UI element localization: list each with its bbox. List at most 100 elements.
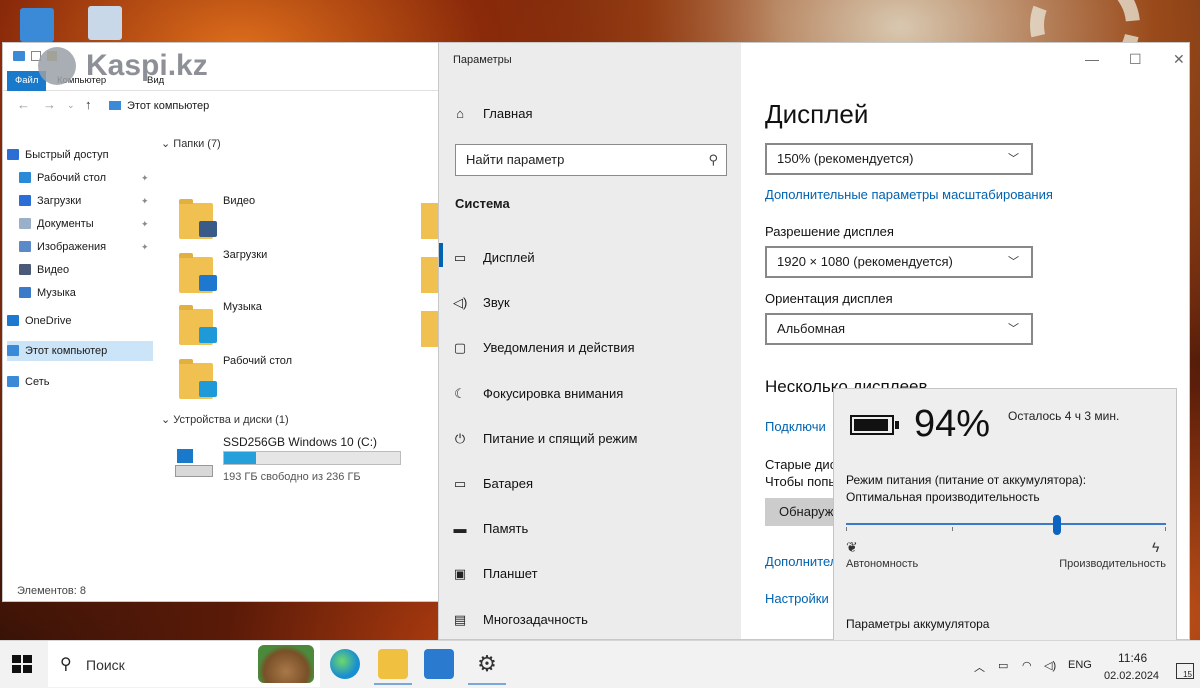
connect-display-link[interactable]: Подключи [765,419,826,434]
back-arrow-icon[interactable]: ← [17,97,30,112]
minimize-icon[interactable]: — [1085,51,1099,67]
drives-group-header[interactable]: ⌄ Устройства и диски (1) [161,413,289,426]
nav-item[interactable]: Изображения ✦ [19,237,149,257]
slider-tick [1165,527,1166,531]
folders-group-header[interactable]: ⌄ Папки (7) [161,137,221,150]
file-explorer-window: Файл Компьютер Вид ← → ⌄ ↑ Этот компьюте… [2,42,444,602]
nav-item[interactable]: Документы ✦ [19,214,149,234]
graphics-settings-link[interactable]: Настройки [765,591,829,606]
notifications-icon: ▢ [453,340,467,356]
nav-item[interactable]: Загрузки ✦ [19,191,149,211]
settings-home[interactable]: ⌂ Главная [453,104,532,124]
folder-name[interactable]: Загрузки [223,249,267,261]
resolution-dropdown[interactable]: 1920 × 1080 (рекомендуется) ﹀ [765,246,1033,278]
nav-item-label: Рабочий стол [37,172,107,184]
computer-icon [109,101,121,110]
battery-settings-link[interactable]: Параметры аккумулятора [846,617,989,631]
file-explorer-icon[interactable] [374,649,412,685]
folder-name[interactable]: Рабочий стол [223,355,292,367]
folder-icon[interactable] [179,305,217,345]
slider-tick [846,527,847,531]
slider-thumb[interactable] [1053,515,1062,535]
settings-nav-item[interactable]: ▭ Дисплей [453,248,535,268]
taskbar-search[interactable]: ⚲ Поиск [48,641,320,687]
lightning-icon: ϟ [1152,539,1160,555]
folder-name[interactable]: Видео [223,195,255,207]
orientation-label: Ориентация дисплея [765,291,893,306]
slider-tick [952,527,953,531]
folder-icon[interactable] [179,253,217,293]
nav-item[interactable]: Быстрый доступ [7,145,109,165]
folder-name[interactable]: Музыка [223,301,262,313]
nav-item-label: Загрузки [37,195,82,207]
power-mode-value: Оптимальная производительность [846,490,1040,504]
settings-nav-item[interactable]: ◁) Звук [453,293,510,313]
chevron-up-icon[interactable]: ︿ [974,659,985,675]
pin-icon: ✦ [141,219,149,229]
wifi-icon[interactable]: ◠ [1022,659,1032,672]
chevron-down-icon: ⌄ [161,414,174,426]
power-mode-slider[interactable] [846,523,1166,525]
advanced-display-link[interactable]: Дополнител [765,554,837,569]
search-highlight-image [258,645,314,683]
settings-nav-item[interactable]: ▣ Планшет [453,564,538,584]
address-bar[interactable]: Этот компьютер [103,96,443,116]
folder-icon[interactable] [179,359,217,399]
settings-nav-item[interactable]: ☾ Фокусировка внимания [453,384,623,404]
nav-item[interactable]: Сеть [7,372,49,392]
battery-tray-icon[interactable]: ▭ [998,659,1008,672]
recent-chevron-icon[interactable]: ⌄ [67,100,75,111]
desktop-shortcut-icon[interactable] [20,8,54,42]
nav-item[interactable]: Видео [19,260,69,280]
nav-item[interactable]: Рабочий стол ✦ [19,168,149,188]
recycle-bin-icon[interactable] [88,6,122,40]
search-icon: ⚲ [60,656,72,673]
video-icon [19,264,31,275]
watermark: Kaspi.kz [38,46,208,86]
folder-icon[interactable] [179,199,217,239]
settings-gear-icon[interactable]: ⚙ [468,649,506,685]
clock-date[interactable]: 02.02.2024 [1104,670,1159,682]
power-icon: ⏻ [454,430,466,446]
nav-item-label: Видео [37,264,70,276]
close-icon[interactable]: ✕ [1173,51,1185,68]
advanced-scaling-link[interactable]: Дополнительные параметры масштабирования [765,187,1053,202]
settings-nav-label: Батарея [483,476,534,491]
settings-nav-label: Фокусировка внимания [483,385,624,401]
nav-item[interactable]: OneDrive [7,311,71,331]
drive-usage-fill [224,452,256,464]
settings-nav-item[interactable]: ▭ Батарея [453,474,533,494]
settings-search-input[interactable]: Найти параметр ⚲ [455,144,727,176]
volume-icon[interactable]: ◁) [1044,659,1056,672]
maximize-icon[interactable]: ☐ [1129,51,1142,68]
settings-nav-item[interactable]: ▢ Уведомления и действия [453,338,635,358]
drive-icon[interactable] [175,449,215,479]
store-icon[interactable] [424,649,454,679]
pin-icon: ✦ [141,242,149,252]
old-displays-text: Старые дис [765,457,837,472]
scale-dropdown[interactable]: 150% (рекомендуется) ﹀ [765,143,1033,175]
nav-item-label: OneDrive [25,315,72,327]
slider-min-label: Автономность [846,558,919,570]
language-indicator[interactable]: ENG [1068,659,1092,671]
nav-item[interactable]: Этот компьютер [7,341,153,361]
notifications-icon[interactable]: 15 [1176,663,1194,679]
start-button[interactable] [12,655,34,675]
nav-item[interactable]: Музыка [19,283,76,303]
drive-name[interactable]: SSD256GB Windows 10 (C:) [223,435,377,449]
selection-indicator [439,243,443,267]
up-arrow-icon[interactable]: ↑ [85,97,92,112]
settings-nav-item[interactable]: ⏻ Питание и спящий режим [453,429,638,449]
clock-time[interactable]: 11:46 [1118,651,1147,665]
settings-nav-label: Дисплей [483,250,535,265]
forward-arrow-icon[interactable]: → [43,97,56,112]
search-icon: ⚲ [708,152,718,167]
orientation-dropdown[interactable]: Альбомная ﹀ [765,313,1033,345]
settings-nav-item[interactable]: ▤ Многозадачность [453,610,588,630]
settings-sidebar: Параметры ⌂ Главная Найти параметр ⚲ Систе… [439,43,741,639]
settings-nav-item[interactable]: ▬ Память [453,519,529,539]
edge-icon[interactable] [330,649,360,679]
old-displays-text-2: Чтобы попы [765,474,838,489]
status-bar: Элементов: 8 [17,585,86,597]
slider-max-label: Производительность [1059,558,1166,570]
